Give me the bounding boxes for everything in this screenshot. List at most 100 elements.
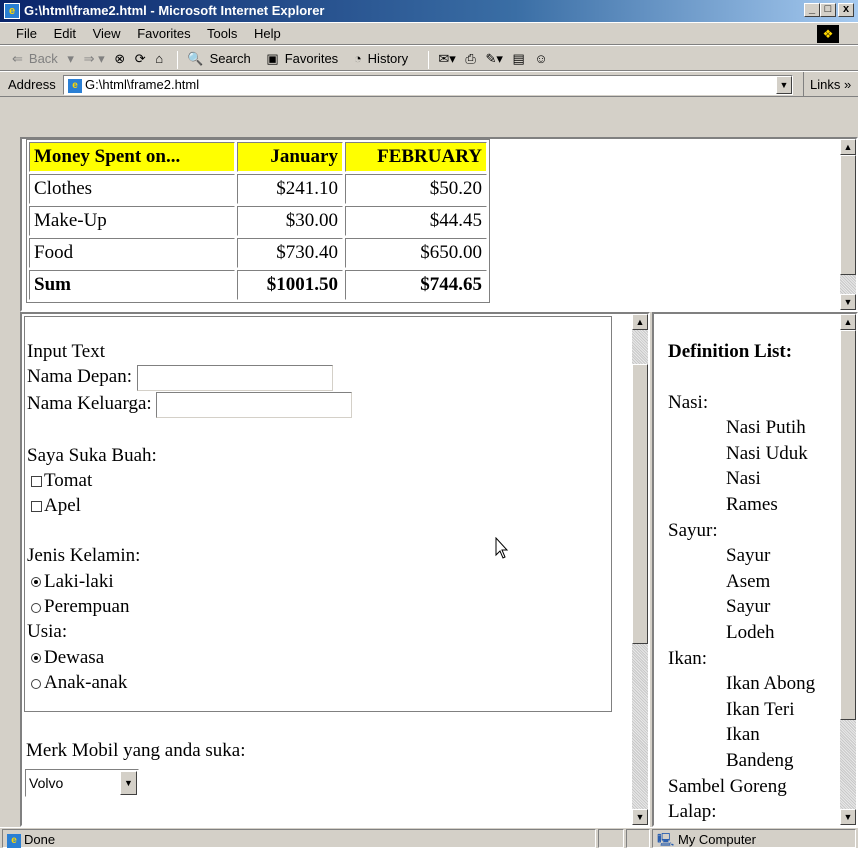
definition-item: Asem xyxy=(726,570,771,592)
definition-list: Definition List: Nasi: Nasi Putih Nasi U… xyxy=(654,314,856,825)
scroll-up-icon[interactable]: ▲ xyxy=(840,314,856,330)
status-panel xyxy=(626,829,650,848)
menu-favorites[interactable]: Favorites xyxy=(137,26,190,41)
close-button[interactable]: x xyxy=(838,3,854,17)
form-frame-scrollbar[interactable]: ▲ ▼ xyxy=(632,314,648,825)
table-sum-row: Sum $1001.50 $744.65 xyxy=(29,270,487,300)
radio-button-checked[interactable] xyxy=(31,653,41,664)
search-button[interactable]: 🔍 Search xyxy=(187,51,256,66)
first-name-label: Nama Depan: xyxy=(27,366,132,388)
gender-option-female[interactable]: Perempuan xyxy=(27,594,611,619)
status-bar: e Done 🖳 My Computer xyxy=(0,827,858,848)
scroll-down-icon[interactable]: ▼ xyxy=(840,809,856,825)
table-header-row: Money Spent on... January FEBRUARY xyxy=(29,142,487,172)
definition-item: Nasi Putih xyxy=(726,417,806,439)
windows-logo-icon: ❖ xyxy=(817,25,839,43)
edit-icon[interactable]: ✎▾ xyxy=(485,51,502,66)
table-header-cell: FEBRUARY xyxy=(345,142,487,172)
scroll-thumb[interactable] xyxy=(632,364,648,644)
definition-item: Lodeh xyxy=(726,621,775,643)
favorites-button[interactable]: ▣ Favorites xyxy=(266,51,344,66)
minimize-button[interactable]: _ xyxy=(804,3,820,17)
last-name-input[interactable] xyxy=(156,391,353,418)
address-label: Address xyxy=(8,77,56,92)
table-cell: $44.45 xyxy=(345,206,487,236)
menu-help[interactable]: Help xyxy=(254,26,281,41)
form-fieldset: Input Text Nama Depan: Nama Keluarga: Sa… xyxy=(24,316,612,712)
definition-item: Sayur xyxy=(726,596,771,618)
definition-item: Nasi xyxy=(726,468,761,490)
scroll-down-icon[interactable]: ▼ xyxy=(840,294,856,310)
refresh-icon[interactable]: ⟳ xyxy=(135,51,146,66)
definition-term: Ikan: xyxy=(668,647,708,669)
gender-label: Jenis Kelamin: xyxy=(27,545,141,567)
page-icon: e xyxy=(68,78,82,93)
age-option-adult[interactable]: Dewasa xyxy=(27,645,611,670)
table-cell: Food xyxy=(29,238,235,268)
table-header-cell: January xyxy=(237,142,343,172)
maximize-button[interactable]: □ xyxy=(820,3,836,17)
radio-button[interactable] xyxy=(31,678,41,689)
search-icon: 🔍 xyxy=(187,51,204,66)
mouse-cursor-icon xyxy=(495,537,509,559)
address-dropdown-icon[interactable]: ▼ xyxy=(776,76,792,94)
definition-frame-scrollbar[interactable]: ▲ ▼ xyxy=(840,314,856,825)
table-cell: $744.65 xyxy=(345,270,487,300)
address-input[interactable]: e G:\html\frame2.html ▼ xyxy=(63,75,793,95)
frame-gutter-left xyxy=(0,97,20,827)
status-text-panel: e Done xyxy=(2,829,596,848)
messenger-icon[interactable]: ☺ xyxy=(534,51,547,66)
radio-button[interactable] xyxy=(31,602,41,613)
first-name-row: Nama Depan: xyxy=(27,364,611,391)
age-option-child[interactable]: Anak-anak xyxy=(27,670,611,695)
links-button[interactable]: Links » xyxy=(803,72,851,98)
menu-edit[interactable]: Edit xyxy=(54,26,76,41)
table-cell: $30.00 xyxy=(237,206,343,236)
fruit-option-tomat[interactable]: Tomat xyxy=(27,468,611,493)
top-frame-scrollbar[interactable]: ▲ ▼ xyxy=(840,139,856,310)
scroll-thumb[interactable] xyxy=(840,330,856,720)
print-icon[interactable]: ⎙ xyxy=(465,51,475,66)
chevron-down-icon[interactable]: ▼ xyxy=(120,771,137,795)
table-row: Clothes $241.10 $50.20 xyxy=(29,174,487,204)
scroll-up-icon[interactable]: ▲ xyxy=(840,139,856,155)
definition-item: Rames xyxy=(726,493,778,515)
zone-panel: 🖳 My Computer xyxy=(652,829,856,848)
ie-page-icon: e xyxy=(4,3,20,19)
definition-term: Sayur: xyxy=(668,519,718,541)
status-panel xyxy=(598,829,624,848)
gender-option-male[interactable]: Laki-laki xyxy=(27,569,611,594)
history-icon: ◔ xyxy=(353,51,362,66)
first-name-input[interactable] xyxy=(136,364,333,391)
table-cell: $650.00 xyxy=(345,238,487,268)
frame-top: Money Spent on... January FEBRUARY Cloth… xyxy=(20,137,858,312)
title-bar[interactable]: e G:\html\frame2.html - Microsoft Intern… xyxy=(0,0,858,22)
checkbox[interactable] xyxy=(31,476,42,488)
forward-button[interactable]: ⇒ ▾ xyxy=(84,51,105,66)
radio-button-checked[interactable] xyxy=(31,577,41,588)
stop-icon[interactable]: ⊗ xyxy=(114,51,125,66)
back-button[interactable]: ⇐ Back ▾ xyxy=(12,51,74,66)
menu-file[interactable]: File xyxy=(16,26,37,41)
checkbox[interactable] xyxy=(31,501,42,513)
frame-form: Input Text Nama Depan: Nama Keluarga: Sa… xyxy=(20,312,650,827)
fruit-option-apel[interactable]: Apel xyxy=(27,493,611,518)
scroll-down-icon[interactable]: ▼ xyxy=(632,809,648,825)
menu-view[interactable]: View xyxy=(93,26,121,41)
definition-item: Nasi Uduk xyxy=(726,442,808,464)
toolbar-separator xyxy=(427,50,429,69)
favorites-icon: ▣ xyxy=(266,51,279,66)
scroll-up-icon[interactable]: ▲ xyxy=(632,314,648,330)
home-icon[interactable]: ⌂ xyxy=(155,51,163,66)
scroll-thumb[interactable] xyxy=(840,155,856,275)
definition-term: Sambel Goreng xyxy=(668,775,787,797)
mail-icon[interactable]: ✉▾ xyxy=(438,51,455,66)
table-cell: Clothes xyxy=(29,174,235,204)
definition-list-title: Definition List: xyxy=(668,341,793,362)
history-button[interactable]: ◔ History xyxy=(354,51,414,66)
discuss-icon[interactable]: ▤ xyxy=(513,51,525,66)
menu-tools[interactable]: Tools xyxy=(207,26,237,41)
table-cell: Make-Up xyxy=(29,206,235,236)
car-select[interactable]: Volvo ▼ xyxy=(25,769,139,797)
